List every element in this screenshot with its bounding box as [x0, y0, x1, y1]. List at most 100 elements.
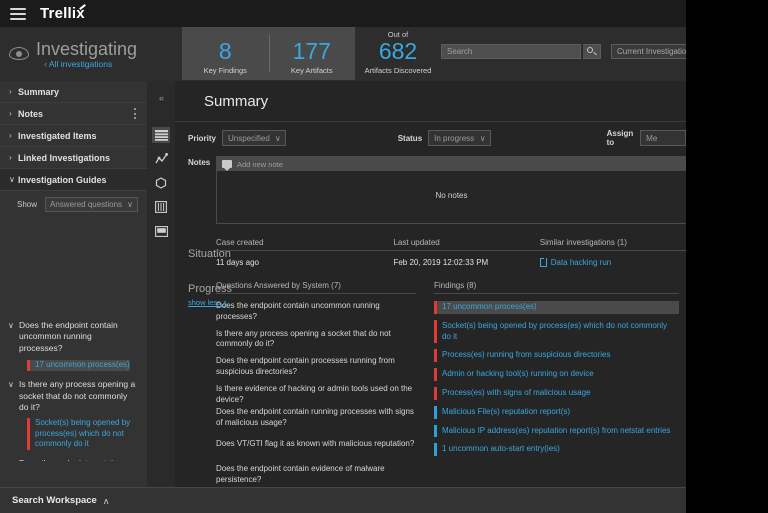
metric-value: 682 [378, 38, 418, 64]
finding-item[interactable]: Malicious File(s) reputation report(s) [434, 405, 679, 419]
all-investigations-label: All investigations [48, 58, 113, 69]
show-filter-dropdown[interactable]: Answered questions ∨ [45, 196, 139, 212]
application-window: Trellix Investigating ‹ All investigatio… [0, 0, 686, 513]
show-filter-value: Answered questions [50, 199, 123, 209]
sidebar-item-label: Linked Investigations [18, 152, 111, 163]
chevron-down-icon: ∨ [8, 459, 19, 461]
chevron-right-icon: › [9, 87, 12, 96]
metric-value: 8 [218, 38, 232, 64]
search-placeholder: Search [447, 47, 473, 56]
search-icon [587, 47, 597, 56]
investigation-guides-list: ∨ Does the endpoint contain uncommon run… [0, 316, 147, 461]
question-item: Does the endpoint contain evidence of ma… [216, 463, 385, 484]
guide-question-item[interactable]: ∨ Is there any process opening a socket … [0, 375, 147, 454]
sidebar-item-investigated-items[interactable]: › Investigated Items [0, 125, 147, 147]
question-item: Does the endpoint contain running proces… [216, 407, 414, 428]
assign-to-value: Me [646, 133, 658, 143]
notes-label: Notes [188, 158, 211, 167]
metric-value: 177 [292, 38, 331, 64]
finding-item[interactable]: 17 uncommon process(es) [434, 301, 679, 314]
guide-question-item[interactable]: ∨ Does the endpoint contain uncommon run… [0, 316, 147, 375]
progress-label: Progress [188, 283, 233, 295]
finding-item[interactable]: Admin or hacking tool(s) running on devi… [434, 368, 679, 381]
metric-label: Key Artifacts [290, 66, 333, 75]
chevron-right-icon: › [9, 131, 12, 140]
collapse-panel-icon[interactable]: « [159, 93, 164, 103]
search-button[interactable] [583, 44, 601, 59]
screen-view-icon[interactable] [152, 223, 170, 239]
search-input[interactable]: Search [441, 44, 581, 59]
nav-list: › Summary › Notes › Investigated Items ›… [0, 81, 147, 217]
top-bar: Trellix [0, 0, 686, 27]
similar-investigations-header: Similar investigations (1) [539, 238, 686, 251]
guide-finding-link[interactable]: Socket(s) being opened by process(es) wh… [27, 417, 137, 451]
search-workspace-bar[interactable]: Search Workspace ʌ [0, 487, 686, 513]
document-icon [539, 257, 547, 267]
back-chevron-icon: ‹ [44, 58, 47, 69]
guide-finding-link[interactable]: 17 uncommon process(es) [27, 360, 130, 372]
search-workspace-label: Search Workspace [12, 495, 97, 506]
progress-section: Progress show less ʌ Questions Answered … [175, 281, 686, 487]
chevron-down-icon: ∨ [9, 175, 15, 184]
show-filter-row: Show Answered questions ∨ [0, 191, 147, 217]
all-investigations-link[interactable]: ‹ All investigations [44, 58, 137, 69]
current-investigation-label: Current Investigation [617, 47, 686, 56]
list-view-icon[interactable] [152, 127, 170, 143]
notes-menu-icon[interactable] [131, 108, 139, 119]
investigating-header: Investigating ‹ All investigations [0, 27, 175, 81]
last-updated-value: Feb 20, 2019 12:02:33 PM [393, 258, 489, 267]
similar-investigation-link[interactable]: Data hacking run [539, 257, 686, 267]
finding-item[interactable]: Process(es) running from suspicious dire… [434, 349, 679, 363]
metric-key-findings[interactable]: 8 Key Findings [182, 27, 269, 80]
add-note-input[interactable]: Add new note [217, 157, 686, 171]
brand-logo: Trellix [40, 4, 86, 22]
finding-item[interactable]: Malicious IP address(es) reputation repo… [434, 424, 679, 438]
case-created-header: Case created [216, 238, 394, 251]
current-investigation-dropdown[interactable]: Current Investigation [611, 44, 686, 59]
main-title: Summary [204, 93, 269, 110]
timeline-view-icon[interactable] [152, 199, 170, 215]
left-panel: › Summary › Notes › Investigated Items ›… [0, 81, 147, 487]
question-item: Does VT/GTI flag it as known with malici… [216, 438, 415, 448]
assign-to-dropdown[interactable]: Me [640, 130, 686, 146]
chevron-down-icon: ∨ [274, 133, 281, 143]
finding-item[interactable]: Socket(s) being opened by process(es) wh… [434, 319, 679, 344]
guide-question-text: Does the endpoint contain uncommon runni… [19, 320, 118, 353]
chevron-up-icon[interactable]: ʌ [104, 496, 109, 506]
hamburger-icon[interactable] [10, 7, 26, 20]
graph-view-icon[interactable] [152, 151, 170, 167]
main-content: Summary Priority Unspecified ∨ Status In… [175, 81, 686, 487]
chevron-right-icon: › [9, 109, 12, 118]
notes-box: Add new note No notes [216, 156, 686, 224]
situation-label: Situation [188, 248, 231, 260]
metric-key-artifacts[interactable]: 177 Key Artifacts [268, 27, 356, 80]
chevron-down-icon: ∨ [8, 321, 14, 330]
sidebar-item-summary[interactable]: › Summary [0, 81, 147, 103]
no-notes-message: No notes [435, 191, 468, 200]
sidebar-item-linked-investigations[interactable]: › Linked Investigations [0, 147, 147, 169]
priority-label: Priority [188, 133, 217, 143]
sidebar-item-notes[interactable]: › Notes [0, 103, 147, 125]
guide-question-item[interactable]: ∨ Does the endpoint contain processes ru… [0, 454, 147, 461]
chevron-down-icon: ∨ [479, 133, 486, 143]
hexagon-entity-icon[interactable] [152, 175, 170, 191]
situation-section: Situation Case created 11 days ago Last … [175, 238, 686, 267]
properties-row: Priority Unspecified ∨ Status In progres… [175, 122, 686, 154]
questions-header: Questions Answered by System (7) [216, 281, 416, 294]
finding-item[interactable]: Process(es) with signs of malicious usag… [434, 386, 679, 400]
question-item: Is there evidence of hacking or admin to… [216, 383, 413, 404]
status-dropdown[interactable]: In progress ∨ [428, 130, 491, 146]
finding-item[interactable]: 1 uncommon auto-start entry(ies) [434, 443, 679, 457]
priority-dropdown[interactable]: Unspecified ∨ [222, 130, 286, 146]
progress-toggle-link[interactable]: show less ʌ [188, 298, 227, 307]
case-created-value: 11 days ago [216, 258, 259, 267]
note-icon [222, 160, 232, 171]
assign-to-label: Assign to [606, 129, 634, 147]
metric-label: Key Findings [203, 66, 247, 75]
similar-investigation-label: Data hacking run [550, 258, 612, 267]
sidebar-item-investigation-guides[interactable]: ∨ Investigation Guides [0, 169, 147, 191]
last-updated-header: Last updated [393, 238, 540, 251]
status-value: In progress [434, 133, 475, 143]
question-item: Is there any process opening a socket th… [216, 328, 391, 349]
guide-question-text: Is there any process opening a socket th… [19, 379, 136, 413]
